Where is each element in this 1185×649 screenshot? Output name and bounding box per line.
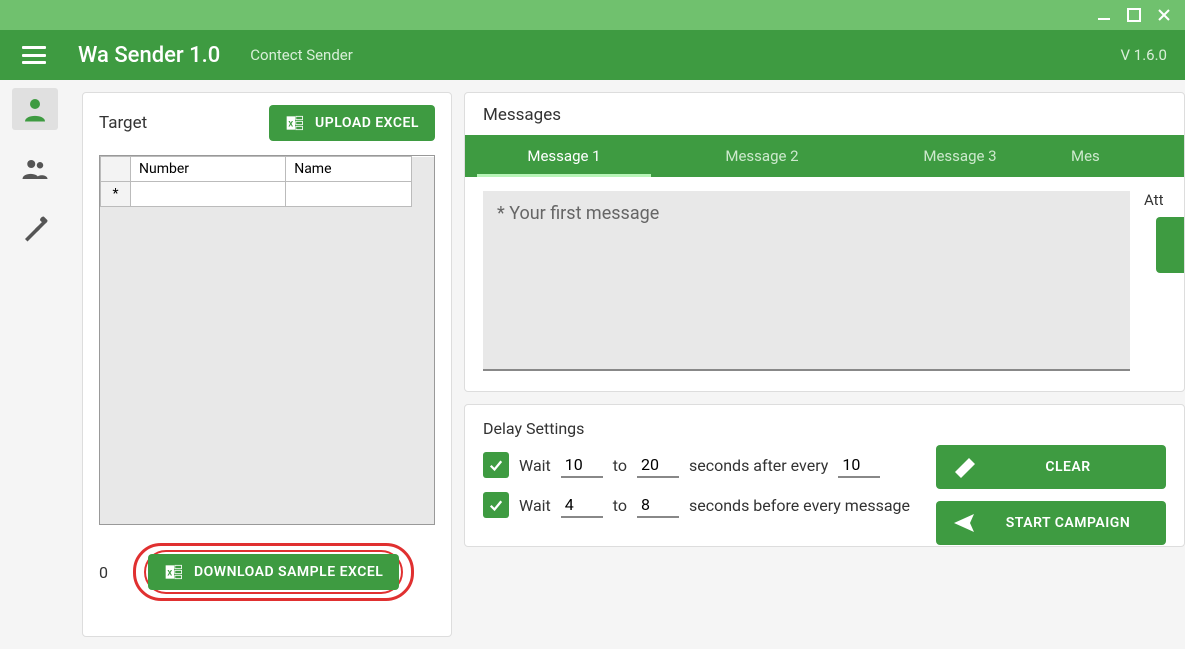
- cell-number[interactable]: [131, 182, 286, 207]
- delay2-suffix: seconds before every message: [689, 496, 910, 515]
- close-button[interactable]: [1151, 4, 1177, 26]
- sidebar-item-contacts[interactable]: [12, 88, 58, 130]
- check-icon: [487, 496, 505, 514]
- svg-text:X: X: [167, 568, 172, 577]
- group-icon: [20, 154, 50, 184]
- delay1-checkbox[interactable]: [483, 452, 509, 478]
- to-label: to: [613, 456, 627, 475]
- eraser-icon: [952, 455, 976, 479]
- tab-message-1[interactable]: Message 1: [465, 135, 663, 177]
- page-subtitle: Contect Sender: [250, 46, 353, 64]
- excel-icon: X: [164, 562, 184, 582]
- clear-button[interactable]: CLEAR: [936, 445, 1166, 489]
- clear-label: CLEAR: [986, 459, 1150, 475]
- start-campaign-button[interactable]: START CAMPAIGN: [936, 501, 1166, 545]
- delay1-from-input[interactable]: [561, 452, 603, 478]
- tab-message-4[interactable]: Mes: [1059, 135, 1119, 177]
- app-version: V 1.6.0: [1121, 46, 1167, 64]
- delay2-to-input[interactable]: [637, 492, 679, 518]
- message-tabs: Message 1 Message 2 Message 3 Mes: [465, 135, 1184, 177]
- upload-excel-button[interactable]: X UPLOAD EXCEL: [269, 105, 435, 141]
- target-grid[interactable]: Number Name *: [99, 155, 435, 525]
- side-nav: [0, 80, 70, 649]
- tools-icon: [20, 214, 50, 244]
- target-count: 0: [99, 563, 119, 582]
- attach-label: Att: [1144, 191, 1184, 209]
- send-icon: [952, 511, 976, 535]
- grid-col-name[interactable]: Name: [286, 157, 412, 182]
- person-icon: [20, 94, 50, 124]
- messages-title: Messages: [465, 105, 1184, 135]
- to-label: to: [613, 496, 627, 515]
- upload-excel-label: UPLOAD EXCEL: [315, 115, 419, 131]
- grid-col-number[interactable]: Number: [131, 157, 286, 182]
- maximize-button[interactable]: [1121, 4, 1147, 26]
- messages-panel: Messages Message 1 Message 2 Message 3 M…: [464, 92, 1185, 392]
- download-sample-label: DOWNLOAD SAMPLE EXCEL: [194, 564, 383, 580]
- sidebar-item-groups[interactable]: [12, 148, 58, 190]
- wait-label: Wait: [519, 496, 551, 515]
- target-panel-title: Target: [99, 113, 147, 133]
- message-textarea[interactable]: [483, 191, 1130, 371]
- highlight-ring: X DOWNLOAD SAMPLE EXCEL: [133, 543, 414, 601]
- check-icon: [487, 456, 505, 474]
- app-menubar: Wa Sender 1.0 Contect Sender V 1.6.0: [0, 30, 1185, 80]
- excel-icon: X: [285, 113, 305, 133]
- download-sample-excel-button[interactable]: X DOWNLOAD SAMPLE EXCEL: [148, 554, 399, 590]
- attach-button[interactable]: [1156, 217, 1184, 273]
- grid-corner: [101, 157, 131, 182]
- window-titlebar: [0, 0, 1185, 30]
- delay-title: Delay Settings: [483, 419, 1166, 438]
- delay2-checkbox[interactable]: [483, 492, 509, 518]
- tab-message-2[interactable]: Message 2: [663, 135, 861, 177]
- minimize-button[interactable]: [1091, 4, 1117, 26]
- wait-label: Wait: [519, 456, 551, 475]
- delay-panel: Delay Settings Wait to seconds after eve…: [464, 404, 1185, 547]
- delay2-from-input[interactable]: [561, 492, 603, 518]
- delay1-to-input[interactable]: [637, 452, 679, 478]
- sidebar-item-tools[interactable]: [12, 208, 58, 250]
- delay1-suffix: seconds after every: [689, 456, 828, 475]
- start-label: START CAMPAIGN: [986, 515, 1150, 531]
- new-row-marker: *: [101, 182, 131, 207]
- delay1-batch-input[interactable]: [838, 452, 880, 478]
- target-panel: Target X UPLOAD EXCEL Number Name: [82, 92, 452, 637]
- tab-message-3[interactable]: Message 3: [861, 135, 1059, 177]
- app-title: Wa Sender 1.0: [78, 43, 220, 68]
- grid-new-row[interactable]: *: [101, 182, 434, 207]
- cell-name[interactable]: [286, 182, 412, 207]
- hamburger-menu-icon[interactable]: [20, 41, 48, 69]
- svg-text:X: X: [288, 119, 293, 128]
